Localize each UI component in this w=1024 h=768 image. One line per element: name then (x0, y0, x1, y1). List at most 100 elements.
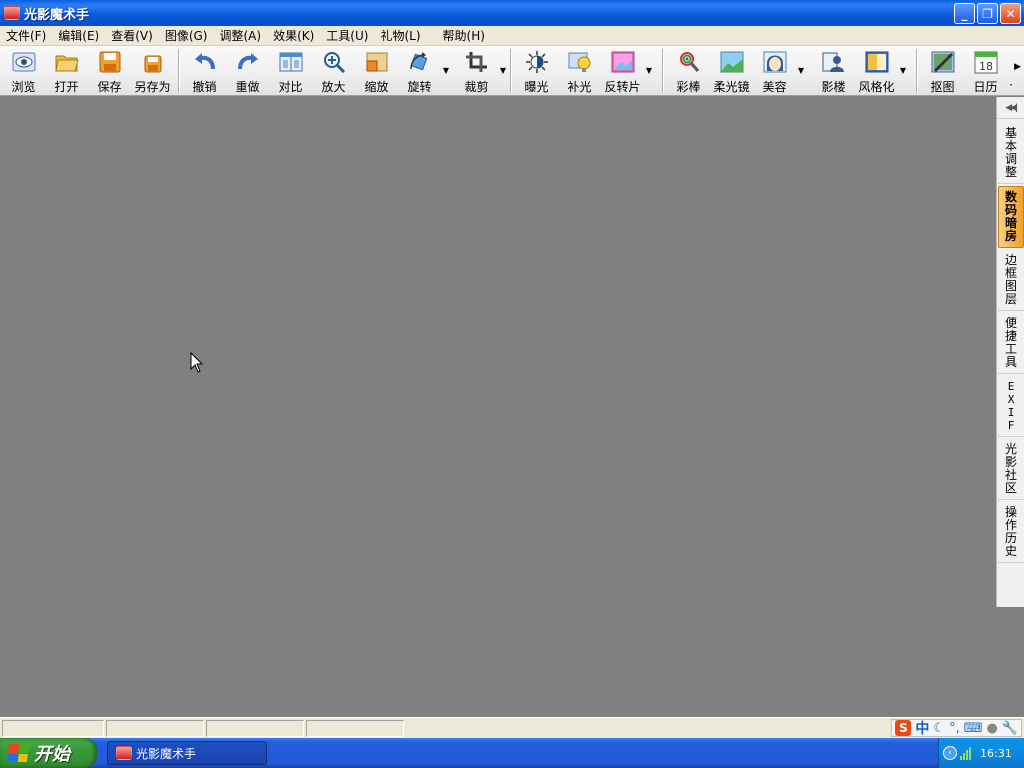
window-title: 光影魔术手 (24, 7, 90, 23)
undo-button[interactable]: 撤销 (183, 46, 226, 95)
toolbar-separator (662, 49, 663, 93)
tab-exif[interactable]: EXIF (998, 376, 1024, 437)
panel-collapse-icon[interactable]: ◀◀ǀ (997, 97, 1024, 119)
sun-icon (524, 49, 550, 75)
negative-dropdown-icon[interactable]: ▼ (646, 66, 652, 75)
crop-dropdown-icon[interactable]: ▼ (500, 66, 506, 75)
browse-button[interactable]: 浏览 (2, 46, 45, 95)
tab-history[interactable]: 操作历史 (998, 502, 1024, 563)
bulb-icon (567, 49, 593, 75)
minimize-button[interactable]: _ (954, 3, 975, 24)
menu-edit[interactable]: 编辑(E) (52, 27, 105, 44)
compare-button[interactable]: 对比 (269, 46, 312, 95)
taskbar-app-button[interactable]: 光影魔术手 (107, 741, 267, 765)
toolbar-separator (178, 49, 179, 93)
tab-digital-darkroom[interactable]: 数码暗房 (998, 186, 1024, 248)
open-button[interactable]: 打开 (45, 46, 88, 95)
cutout-button[interactable]: 抠图 (921, 46, 964, 95)
status-bar: S 中 ☾ °, ⌨ ● 🔧 (0, 717, 1024, 738)
redo-icon (235, 49, 261, 75)
menu-adjust[interactable]: 调整(A) (213, 27, 267, 44)
menu-effects[interactable]: 效果(K) (267, 27, 320, 44)
resize-button[interactable]: 缩放 (355, 46, 398, 95)
network-signal-icon[interactable] (960, 746, 971, 760)
menu-gifts[interactable]: 礼物(L) (374, 27, 426, 44)
punctuation-icon[interactable]: °, (949, 721, 960, 736)
save-button[interactable]: 保存 (88, 46, 131, 95)
studio-button[interactable]: 影楼 (812, 46, 855, 95)
menu-tools[interactable]: 工具(U) (320, 27, 374, 44)
compare-icon (278, 49, 304, 75)
menu-bar: 文件(F) 编辑(E) 查看(V) 图像(G) 调整(A) 效果(K) 工具(U… (0, 26, 1024, 46)
title-bar: 光影魔术手 _ ❐ ✕ (0, 0, 1024, 26)
menu-image[interactable]: 图像(G) (159, 27, 214, 44)
calendar-icon: 18 (973, 49, 999, 75)
clock[interactable]: 16:31 (980, 747, 1012, 760)
magnifier-icon (321, 49, 347, 75)
resize-icon (364, 49, 390, 75)
status-cell (206, 719, 304, 737)
landscape-icon (719, 49, 745, 75)
window-controls: _ ❐ ✕ (954, 3, 1021, 24)
face-icon (762, 49, 788, 75)
status-cell (106, 719, 204, 737)
menu-view[interactable]: 查看(V) (105, 27, 159, 44)
tab-basic-adjust[interactable]: 基本调整 (998, 123, 1024, 184)
tab-quick-tools[interactable]: 便捷工具 (998, 313, 1024, 374)
fill-light-button[interactable]: 补光 (558, 46, 601, 95)
undo-icon (192, 49, 218, 75)
menu-file[interactable]: 文件(F) (0, 27, 52, 44)
stylize-button[interactable]: 风格化 ▼ (855, 46, 906, 95)
wrench-icon[interactable]: 🔧 (1002, 721, 1018, 736)
status-cell (306, 719, 404, 737)
ime-logo-icon[interactable]: S (895, 720, 912, 736)
ime-toolbar: S 中 ☾ °, ⌨ ● 🔧 (891, 719, 1022, 737)
beauty-button[interactable]: 美容 ▼ (753, 46, 804, 95)
crop-button[interactable]: 裁剪 ▼ (455, 46, 506, 95)
tab-community[interactable]: 光影社区 (998, 439, 1024, 500)
save-as-button[interactable]: 另存为 (131, 46, 174, 95)
style-icon (864, 49, 890, 75)
rotate-button[interactable]: 旋转 ▼ (398, 46, 449, 95)
ime-mode-toggle[interactable]: 中 (915, 718, 929, 738)
crop-icon (464, 49, 490, 75)
color-wand-button[interactable]: 彩棒 (667, 46, 710, 95)
rotate-dropdown-icon[interactable]: ▼ (443, 66, 449, 75)
taskbar: 开始 光影魔术手 ‹ 16:31 (0, 738, 1024, 768)
stylize-dropdown-icon[interactable]: ▼ (900, 66, 906, 75)
windows-logo-icon (6, 744, 30, 762)
beauty-dropdown-icon[interactable]: ▼ (798, 66, 804, 75)
rotate-icon (407, 49, 433, 75)
toolbar-separator (916, 49, 917, 93)
status-cell (2, 719, 104, 737)
close-button[interactable]: ✕ (1000, 3, 1021, 24)
mouse-cursor-icon (190, 352, 204, 373)
floppy-small-icon (140, 49, 166, 75)
start-button[interactable]: 开始 (0, 738, 97, 768)
moon-icon[interactable]: ☾ (933, 721, 945, 736)
redo-button[interactable]: 重做 (226, 46, 269, 95)
exposure-button[interactable]: 曝光 (515, 46, 558, 95)
image-canvas[interactable] (0, 97, 996, 717)
toolbar-more-icon[interactable]: ▶ (1014, 62, 1021, 72)
app-icon (4, 6, 20, 20)
toolbar-separator (510, 49, 511, 93)
floppy-icon (97, 49, 123, 75)
menu-help[interactable]: 帮助(H) (437, 27, 491, 44)
tab-frame-layers[interactable]: 边框图层 (998, 250, 1024, 311)
picture-icon (610, 49, 636, 75)
eye-icon (11, 49, 37, 75)
tray-expand-icon[interactable]: ‹ (943, 746, 957, 760)
main-toolbar: 浏览 打开 保存 另存为 撤销 重做 对比 放大 缩放 旋转 ▼ 裁剪 ▼ 曝光… (0, 46, 1024, 96)
restore-button[interactable]: ❐ (977, 3, 998, 24)
app-icon (116, 746, 132, 760)
keyboard-icon[interactable]: ⌨ (964, 721, 983, 736)
folder-open-icon (54, 49, 80, 75)
right-side-panel: ◀◀ǀ 基本调整 数码暗房 边框图层 便捷工具 EXIF 光影社区 操作历史 (996, 97, 1024, 607)
calendar-day: 18 (979, 60, 993, 73)
soft-lens-button[interactable]: 柔光镜 (710, 46, 753, 95)
zoom-in-button[interactable]: 放大 (312, 46, 355, 95)
user-icon[interactable]: ● (986, 721, 997, 736)
negative-button[interactable]: 反转片 ▼ (601, 46, 652, 95)
cutout-icon (930, 49, 956, 75)
